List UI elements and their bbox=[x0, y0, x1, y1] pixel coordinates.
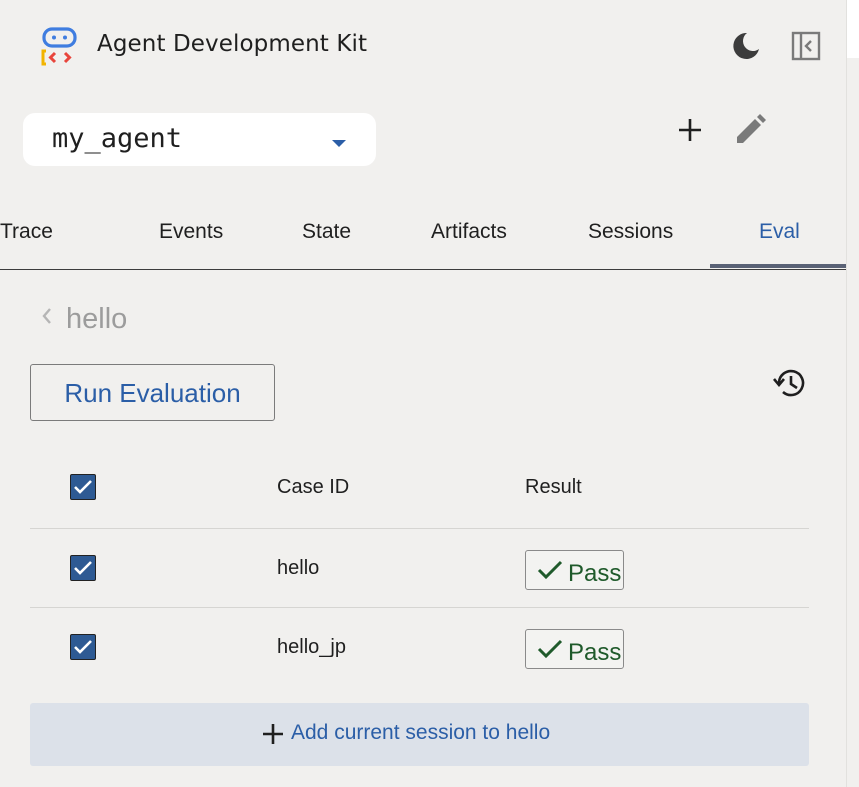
tab-state[interactable]: State bbox=[302, 220, 351, 244]
table-row: hello_jp Pass bbox=[30, 608, 809, 686]
add-current-session-label: Add current session to hello bbox=[291, 721, 551, 744]
select-all-checkbox[interactable] bbox=[70, 474, 96, 500]
eval-cases-table: Case ID Result hello Pass hello_jp Pass bbox=[30, 448, 809, 686]
tab-trace[interactable]: Trace bbox=[0, 220, 53, 244]
table-row: hello Pass bbox=[30, 529, 809, 608]
side-panel: Agent Development Kit my_agent Trace Eve… bbox=[0, 0, 846, 787]
tab-sessions[interactable]: Sessions bbox=[588, 220, 673, 244]
pencil-edit-icon[interactable] bbox=[733, 113, 767, 147]
agent-select-value: my_agent bbox=[52, 123, 183, 154]
tab-bar: Trace Events State Artifacts Sessions Ev… bbox=[0, 200, 846, 270]
pass-result-badge[interactable]: Pass bbox=[525, 550, 624, 590]
chevron-left-icon[interactable] bbox=[38, 305, 56, 327]
result-label: Pass bbox=[568, 560, 622, 587]
active-tab-indicator bbox=[710, 264, 846, 268]
tab-events[interactable]: Events bbox=[159, 220, 223, 244]
pass-result-badge[interactable]: Pass bbox=[525, 629, 624, 669]
tab-eval[interactable]: Eval bbox=[759, 220, 800, 244]
dark-mode-moon-icon[interactable] bbox=[730, 30, 762, 62]
eval-set-name: hello bbox=[66, 303, 128, 335]
new-session-plus-icon[interactable] bbox=[674, 114, 706, 146]
add-current-session-button[interactable]: Add current session to hello bbox=[30, 703, 809, 766]
panel-resize-edge[interactable] bbox=[846, 0, 859, 787]
sidebar-collapse-icon[interactable] bbox=[790, 30, 822, 62]
row-checkbox[interactable] bbox=[70, 634, 96, 660]
app-title: Agent Development Kit bbox=[97, 31, 368, 57]
adk-logo-icon bbox=[40, 26, 80, 68]
column-header-case-id: Case ID bbox=[277, 476, 350, 498]
table-header-row: Case ID Result bbox=[30, 448, 809, 529]
dropdown-caret-icon bbox=[329, 135, 349, 147]
case-id-cell: hello bbox=[277, 557, 320, 579]
panel-edge-top bbox=[847, 0, 859, 58]
agent-select-dropdown[interactable]: my_agent bbox=[23, 113, 376, 166]
result-label: Pass bbox=[568, 639, 622, 666]
column-header-result: Result bbox=[525, 476, 582, 498]
run-evaluation-button[interactable]: Run Evaluation bbox=[30, 364, 275, 421]
case-id-cell: hello_jp bbox=[277, 636, 346, 658]
history-icon[interactable] bbox=[772, 366, 808, 400]
plus-icon bbox=[261, 722, 285, 746]
run-evaluation-label: Run Evaluation bbox=[64, 378, 241, 408]
tab-artifacts[interactable]: Artifacts bbox=[431, 220, 507, 244]
row-checkbox[interactable] bbox=[70, 555, 96, 581]
